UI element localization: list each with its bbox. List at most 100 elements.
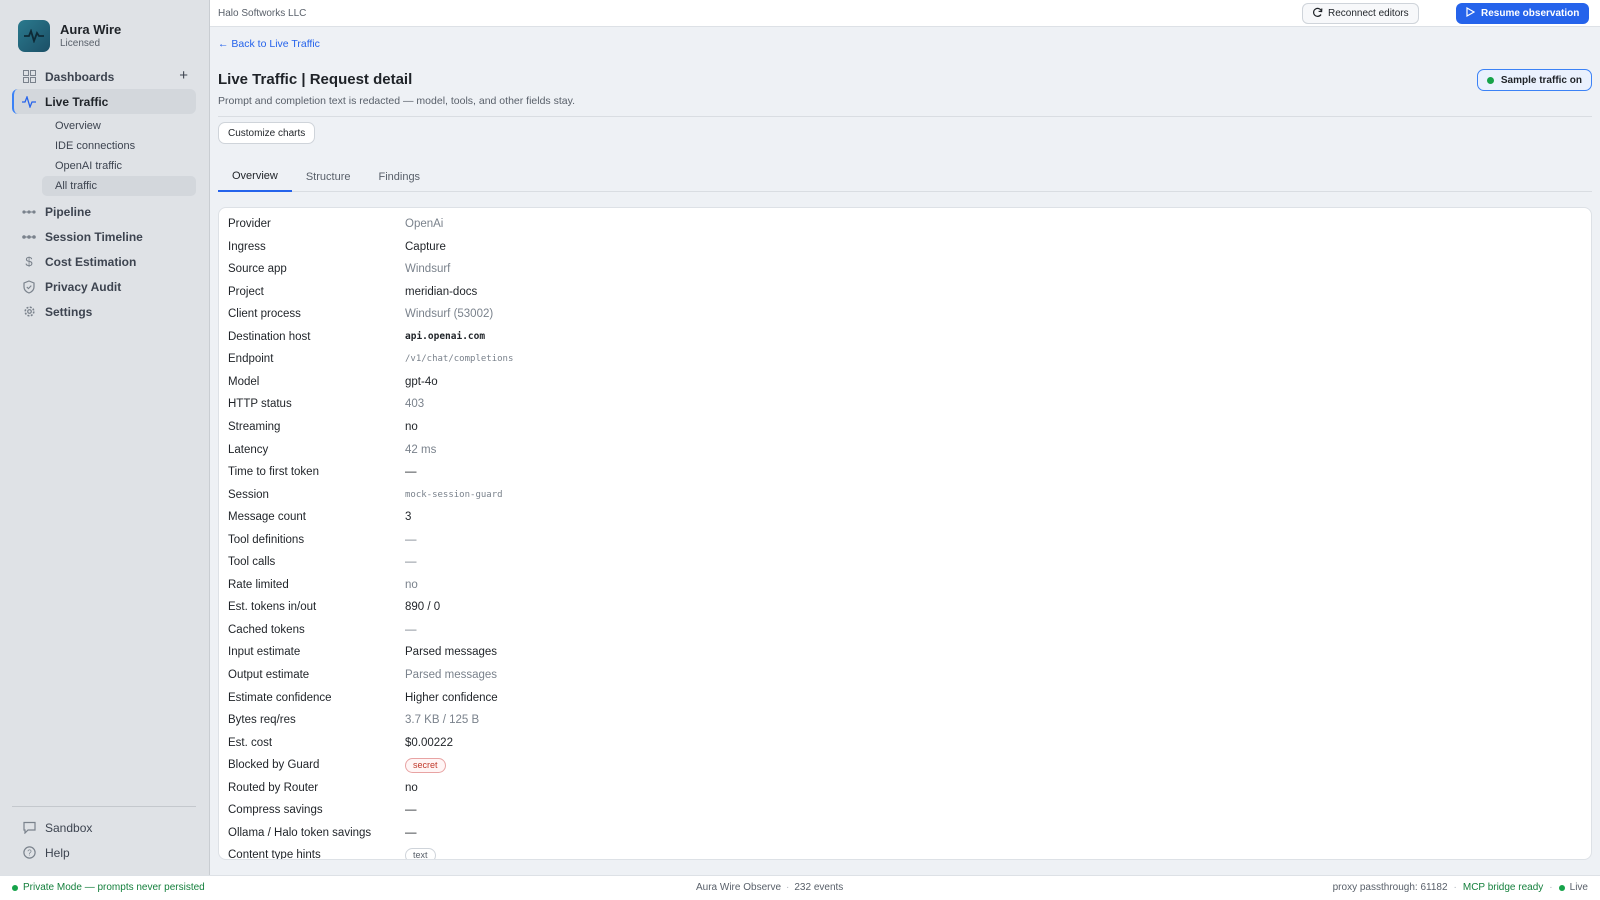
main-content: ← Back to Live Traffic Live Traffic | Re…: [210, 28, 1600, 875]
detail-value: 403: [405, 398, 425, 411]
brand-name: Aura Wire: [60, 22, 122, 37]
pulse-logo-icon: [18, 20, 50, 52]
detail-row: Est. tokens in/out 890 / 0: [219, 596, 1591, 618]
license-status: Licensed: [60, 38, 101, 49]
detail-value: —: [405, 556, 417, 569]
nav-dashboards-label: Dashboards: [45, 69, 115, 84]
nav-sandbox[interactable]: Sandbox: [12, 815, 196, 840]
help-circle-icon: ?: [22, 846, 36, 860]
sidebar-footer: Sandbox ? Help: [12, 806, 196, 865]
resume-observation-label: Resume observation: [1481, 8, 1580, 19]
nav-session-timeline-label: Session Timeline: [45, 229, 143, 244]
grid-icon: [22, 70, 36, 84]
detail-row: Output estimate Parsed messages: [219, 664, 1591, 686]
timeline-icon: [22, 230, 36, 244]
nav-session-timeline[interactable]: Session Timeline: [12, 224, 196, 249]
play-icon: [1466, 6, 1476, 20]
reconnect-editors-button[interactable]: Reconnect editors: [1302, 3, 1419, 24]
dollar-icon: $: [25, 254, 33, 269]
detail-value: —: [405, 533, 417, 546]
detail-value: —: [405, 623, 417, 636]
sample-traffic-toggle[interactable]: Sample traffic on: [1476, 69, 1592, 91]
nav-settings-label: Settings: [45, 304, 93, 319]
customize-charts-button[interactable]: Customize charts: [218, 122, 316, 144]
detail-value: Windsurf: [405, 263, 451, 276]
sidebar: Aura Wire Licensed Dashboards + Live Tra…: [0, 0, 210, 875]
detail-row: Streaming no: [219, 416, 1591, 438]
nav-privacy-audit[interactable]: Privacy Audit: [12, 274, 196, 299]
add-dashboard-icon[interactable]: +: [179, 67, 188, 84]
detail-row: Compress savings —: [219, 799, 1591, 821]
nav-sub-overview[interactable]: Overview: [12, 116, 196, 136]
activity-icon: [22, 95, 36, 109]
nav-help[interactable]: ? Help: [12, 840, 196, 865]
connection-status: proxy passthrough: 61182 · MCP bridge re…: [1332, 882, 1588, 893]
detail-value: Parsed messages: [405, 646, 498, 659]
nav-dashboards[interactable]: Dashboards +: [12, 64, 196, 89]
tab-overview[interactable]: Overview: [218, 162, 292, 192]
main-nav: Dashboards + Live Traffic Overview IDE c…: [12, 64, 196, 324]
live-dot-icon: [1558, 884, 1565, 891]
sample-traffic-label: Sample traffic on: [1500, 74, 1582, 86]
nav-sub-ide-connections[interactable]: IDE connections: [12, 136, 196, 156]
brand[interactable]: Aura Wire Licensed: [18, 20, 121, 52]
nav-sub-openai-traffic[interactable]: OpenAI traffic: [12, 156, 196, 176]
nav-help-label: Help: [45, 845, 70, 860]
detail-value: Parsed messages: [405, 669, 498, 681]
chat-bubble-icon: [22, 821, 36, 835]
tab-structure[interactable]: Structure: [292, 162, 365, 192]
resume-observation-button[interactable]: Resume observation: [1456, 3, 1590, 24]
request-details-card: Provider OpenAi Ingress Capture Source app Wi…: [218, 207, 1592, 860]
detail-key: Est. tokens in/out: [228, 601, 317, 614]
detail-row: Source app Windsurf: [219, 258, 1591, 280]
live-status: Live: [1569, 882, 1588, 893]
detail-value: —: [405, 466, 417, 479]
detail-key: Content type hints: [228, 849, 321, 860]
detail-row: Ollama / Halo token savings —: [219, 822, 1591, 844]
detail-key: Input estimate: [228, 646, 301, 659]
detail-key: Provider: [228, 218, 271, 230]
detail-key: Ollama / Halo token savings: [228, 826, 372, 839]
detail-row: Tool definitions —: [219, 529, 1591, 551]
pipeline-icon: [22, 205, 36, 219]
nav-sub-all-traffic[interactable]: All traffic: [42, 176, 196, 196]
detail-key: Source app: [228, 263, 287, 276]
detail-key: Client process: [228, 308, 301, 321]
nav-pipeline[interactable]: Pipeline: [12, 199, 196, 224]
detail-key: Model: [228, 375, 260, 388]
detail-value: secret: [405, 757, 446, 773]
nav-live-traffic[interactable]: Live Traffic: [12, 89, 196, 114]
detail-key: Tool calls: [228, 556, 276, 569]
detail-row: Input estimate Parsed messages: [219, 641, 1591, 663]
detail-key: Output estimate: [228, 669, 310, 681]
detail-value: 3.7 KB / 125 B: [405, 714, 480, 727]
private-mode-indicator: Private Mode — prompts never persisted: [12, 882, 205, 893]
app-status: Aura Wire Observe · 232 events: [696, 882, 844, 893]
detail-value: 42 ms: [405, 443, 437, 456]
private-mode-label: Private Mode — prompts never persisted: [23, 882, 205, 893]
detail-row: Time to first token —: [219, 461, 1591, 483]
detail-row: Message count 3: [219, 506, 1591, 528]
tab-findings[interactable]: Findings: [364, 162, 434, 192]
detail-row: Model gpt-4o: [219, 371, 1591, 393]
detail-value: $0.00222: [405, 736, 453, 749]
detail-row: Bytes req/res 3.7 KB / 125 B: [219, 709, 1591, 731]
page-title: Live Traffic | Request detail: [218, 71, 413, 88]
back-to-live-traffic-link[interactable]: ← Back to Live Traffic: [218, 38, 320, 50]
detail-row: Rate limited no: [219, 574, 1591, 596]
nav-cost-estimation[interactable]: $ Cost Estimation: [12, 249, 196, 274]
detail-key: Cached tokens: [228, 623, 305, 636]
detail-value: —: [405, 804, 417, 817]
detail-row: Destination host api.openai.com: [219, 326, 1591, 348]
detail-value: OpenAi: [405, 218, 444, 230]
detail-row: Estimate confidence Higher confidence: [219, 687, 1591, 709]
detail-key: Endpoint: [228, 353, 274, 366]
nav-settings[interactable]: Settings: [12, 299, 196, 324]
detail-value: no: [405, 781, 418, 794]
detail-key: Ingress: [228, 240, 266, 253]
status-bar: Private Mode — prompts never persisted A…: [0, 875, 1600, 900]
detail-row: Est. cost $0.00222: [219, 732, 1591, 754]
page-subtitle: Prompt and completion text is redacted —…: [218, 95, 575, 107]
detail-value: 890 / 0: [405, 601, 441, 614]
detail-key: Message count: [228, 511, 306, 524]
